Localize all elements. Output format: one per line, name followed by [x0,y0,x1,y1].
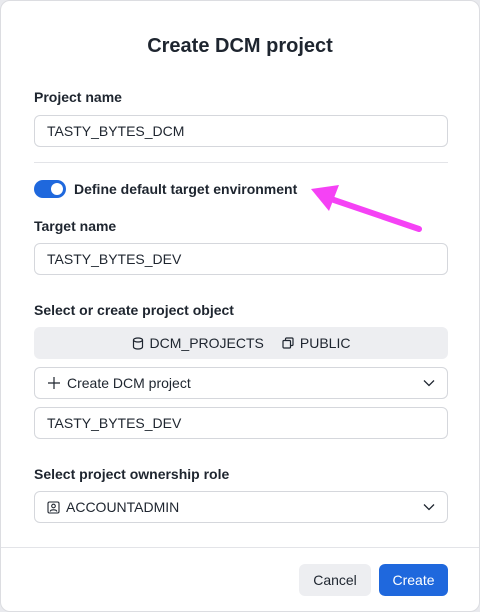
cancel-button[interactable]: Cancel [299,564,371,596]
ownership-role-select[interactable]: ACCOUNTADMIN [34,491,448,523]
project-object-select[interactable]: Create DCM project [34,367,448,399]
ownership-role-value: ACCOUNTADMIN [66,499,180,515]
project-object-label: Select or create project object [34,302,234,318]
section-divider [34,162,448,163]
ownership-role-label: Select project ownership role [34,466,230,482]
target-name-input[interactable]: TASTY_BYTES_DEV [34,243,448,275]
create-button[interactable]: Create [379,564,448,596]
schema-name: PUBLIC [299,335,351,351]
footer-divider [1,547,479,548]
database-name: DCM_PROJECTS [149,335,264,351]
schema-icon [282,337,294,349]
target-name-label: Target name [34,218,117,234]
chevron-down-icon [423,379,435,387]
default-target-toggle[interactable] [34,180,66,198]
plus-icon [47,376,61,390]
toggle-knob [51,183,63,195]
project-object-name-input[interactable]: TASTY_BYTES_DEV [34,407,448,439]
default-target-toggle-label: Define default target environment [74,181,298,197]
role-icon [47,500,60,514]
project-name-input[interactable]: TASTY_BYTES_DCM [34,115,448,147]
project-name-label: Project name [34,89,122,105]
project-object-select-value: Create DCM project [67,375,191,391]
database-icon [132,336,144,350]
chevron-down-icon [423,503,435,511]
dialog-title: Create DCM project [147,35,333,57]
database-schema-context[interactable]: DCM_PROJECTS PUBLIC [34,327,448,359]
arrow-annotation [311,185,422,232]
create-dcm-project-dialog: Create DCM project Project name TASTY_BY… [0,0,480,612]
